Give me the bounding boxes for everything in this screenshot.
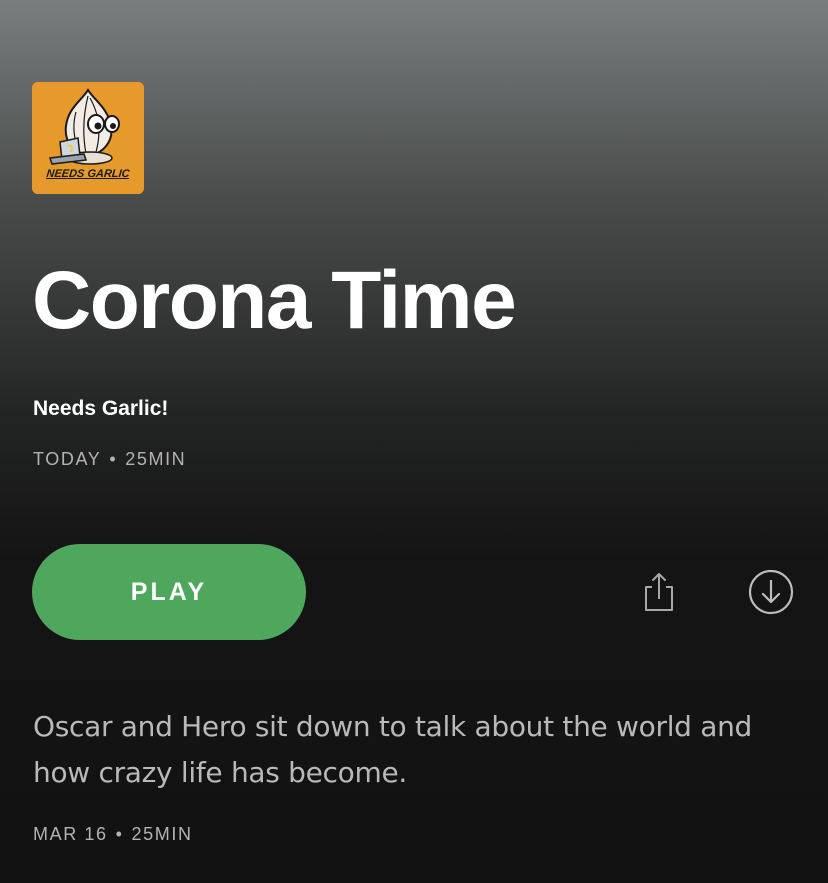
release-date: MAR 16 xyxy=(33,824,108,844)
show-name-link[interactable]: Needs Garlic! xyxy=(33,395,168,423)
meta-separator: • xyxy=(109,449,118,469)
share-icon xyxy=(645,573,673,611)
episode-title: Corona Time xyxy=(32,255,517,346)
release-duration: 25MIN xyxy=(131,824,193,844)
episode-meta: TODAY • 25MIN xyxy=(33,447,186,471)
podcast-cover-art: NEEDS GARLIC xyxy=(32,82,144,194)
description-meta: MAR 16 • 25MIN xyxy=(33,822,193,846)
episode-duration: 25MIN xyxy=(125,449,187,469)
download-button[interactable] xyxy=(747,568,795,616)
episode-date: TODAY xyxy=(33,449,102,469)
episode-description: Oscar and Hero sit down to talk about th… xyxy=(33,710,753,789)
play-button[interactable]: PLAY xyxy=(32,544,306,640)
share-button[interactable] xyxy=(640,568,678,616)
cover-logo-text: NEEDS GARLIC xyxy=(45,168,131,180)
download-icon xyxy=(748,569,794,615)
meta-separator: • xyxy=(115,824,124,844)
